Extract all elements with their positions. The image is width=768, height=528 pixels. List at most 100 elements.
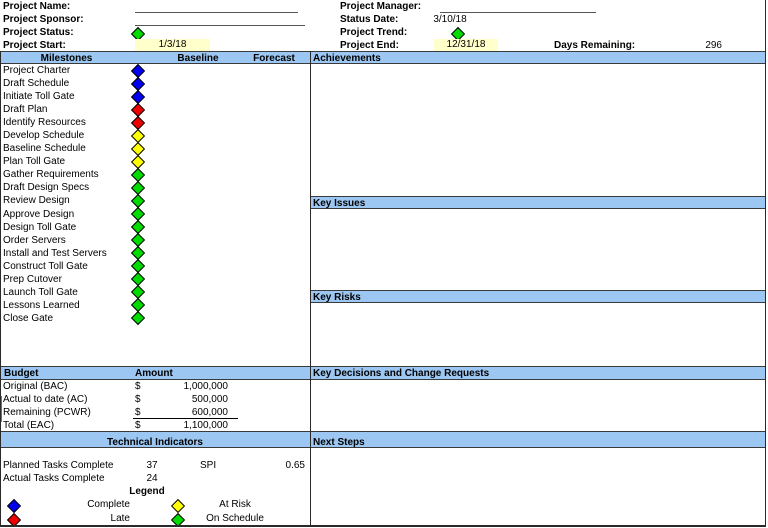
budget-header: Budget <box>4 368 38 379</box>
milestone-label: Prep Cutover <box>0 274 62 285</box>
milestone-row: Identify Resources <box>0 116 309 129</box>
budget-currency-symbol: $ <box>135 380 141 393</box>
technical-indicators-bar: Technical Indicators <box>0 431 310 448</box>
project-trend-label: Project Trend: <box>340 27 407 38</box>
key-issues-content-area[interactable] <box>311 209 765 290</box>
milestone-row: Prep Cutover <box>0 273 309 286</box>
key-decisions-header: Key Decisions and Change Requests <box>313 368 489 379</box>
baseline-column-header: Baseline <box>166 53 230 64</box>
project-end-label: Project End: <box>340 40 399 51</box>
milestone-label: Gather Requirements <box>0 169 99 180</box>
budget-row-label: Actual to date (AC) <box>0 394 87 405</box>
legend-complete-label: Complete <box>40 499 130 510</box>
key-decisions-bar: Key Decisions and Change Requests <box>310 366 766 380</box>
bottom-border-line <box>0 525 766 527</box>
milestone-row: Review Design <box>0 194 309 207</box>
project-start-label: Project Start: <box>3 40 66 51</box>
top-section-bar: Milestones Baseline Forecast Achievement… <box>0 51 766 64</box>
milestone-row: Close Gate <box>0 312 309 325</box>
project-end-cell[interactable]: 12/31/18 <box>434 39 498 51</box>
budget-amount-value: 1,000,000 <box>150 380 228 393</box>
milestone-label: Construct Toll Gate <box>0 261 88 272</box>
milestone-label: Project Charter <box>0 65 70 76</box>
next-steps-content-area[interactable] <box>311 448 765 525</box>
milestone-row: Initiate Toll Gate <box>0 90 309 103</box>
milestone-label: Develop Schedule <box>0 130 84 141</box>
budget-amount-value: 600,000 <box>150 406 228 419</box>
legend-at-risk-diamond-icon <box>171 499 185 513</box>
milestone-row: Design Toll Gate <box>0 221 309 234</box>
budget-currency-symbol: $ <box>135 393 141 406</box>
milestone-row: Launch Toll Gate <box>0 286 309 299</box>
legend-complete-diamond-icon <box>7 499 21 513</box>
project-name-input[interactable] <box>135 2 298 13</box>
status-diamond-icon <box>131 155 145 169</box>
milestone-row: Gather Requirements <box>0 168 309 181</box>
milestone-label: Lessons Learned <box>0 300 80 311</box>
milestone-row: Draft Schedule <box>0 77 309 90</box>
key-risks-content-area[interactable] <box>311 303 765 366</box>
milestone-label: Design Toll Gate <box>0 222 76 233</box>
budget-row: Remaining (PCWR)$600,000 <box>0 406 310 419</box>
legend-late-label: Late <box>40 513 130 524</box>
status-diamond-icon <box>131 76 145 90</box>
legend-at-risk-label: At Risk <box>193 499 277 510</box>
status-diamond-icon <box>131 129 145 143</box>
project-sponsor-label: Project Sponsor: <box>3 14 84 25</box>
budget-amount-value: 500,000 <box>150 393 228 406</box>
status-diamond-icon <box>131 194 145 208</box>
legend-on-schedule-label: On Schedule <box>193 513 277 524</box>
budget-row: Actual to date (AC) $500,000 <box>0 393 310 406</box>
milestone-label: Initiate Toll Gate <box>0 91 75 102</box>
planned-tasks-value: 37 <box>137 460 167 471</box>
milestone-row: Install and Test Servers <box>0 247 309 260</box>
budget-row: Original (BAC) $1,000,000 <box>0 380 310 393</box>
status-diamond-icon <box>131 311 145 325</box>
key-decisions-content-area[interactable] <box>311 380 765 431</box>
milestone-row: Approve Design <box>0 208 309 221</box>
milestone-row: Baseline Schedule <box>0 142 309 155</box>
project-manager-input[interactable] <box>440 2 596 13</box>
days-remaining-value: 296 <box>660 40 722 51</box>
budget-row-label: Original (BAC) <box>0 381 67 392</box>
milestone-row: Develop Schedule <box>0 129 309 142</box>
key-risks-header: Key Risks <box>313 292 361 303</box>
status-diamond-icon <box>131 90 145 104</box>
column-divider-line <box>310 51 311 526</box>
milestones-header: Milestones <box>0 53 133 64</box>
actual-tasks-label: Actual Tasks Complete <box>3 473 105 484</box>
budget-bar: Budget Amount <box>0 366 310 380</box>
budget-row-label: Total (EAC) <box>0 420 54 431</box>
status-date-value[interactable]: 3/10/18 <box>425 14 475 25</box>
key-issues-bar: Key Issues <box>310 196 766 209</box>
planned-tasks-label: Planned Tasks Complete <box>3 460 113 471</box>
achievements-content-area[interactable] <box>311 64 765 196</box>
days-remaining-label: Days Remaining: <box>554 40 635 51</box>
project-manager-label: Project Manager: <box>340 1 421 12</box>
milestone-row: Plan Toll Gate <box>0 155 309 168</box>
milestones-list: Project Charter Draft Schedule Initiate To… <box>0 64 309 326</box>
milestone-label: Draft Schedule <box>0 78 69 89</box>
milestone-label: Baseline Schedule <box>0 143 86 154</box>
milestone-label: Approve Design <box>0 209 74 220</box>
milestone-row: Project Charter <box>0 64 309 77</box>
amount-column-header: Amount <box>135 368 173 379</box>
milestone-label: Identify Resources <box>0 117 86 128</box>
project-start-cell[interactable]: 1/3/18 <box>135 39 210 51</box>
project-name-label: Project Name: <box>3 1 70 12</box>
status-diamond-icon <box>131 181 145 195</box>
achievements-header: Achievements <box>313 53 381 64</box>
next-steps-bar: Next Steps <box>310 431 766 448</box>
project-status-label: Project Status: <box>3 27 74 38</box>
project-sponsor-input[interactable] <box>135 15 305 26</box>
spi-label: SPI <box>200 460 216 471</box>
key-issues-header: Key Issues <box>313 198 365 209</box>
status-diamond-icon <box>131 116 145 130</box>
milestone-row: Draft Design Specs <box>0 181 309 194</box>
budget-currency-symbol: $ <box>135 406 141 419</box>
forecast-column-header: Forecast <box>242 53 306 64</box>
milestone-label: Order Servers <box>0 235 66 246</box>
status-diamond-icon <box>131 142 145 156</box>
actual-tasks-value: 24 <box>137 473 167 484</box>
spi-value: 0.65 <box>260 460 305 471</box>
